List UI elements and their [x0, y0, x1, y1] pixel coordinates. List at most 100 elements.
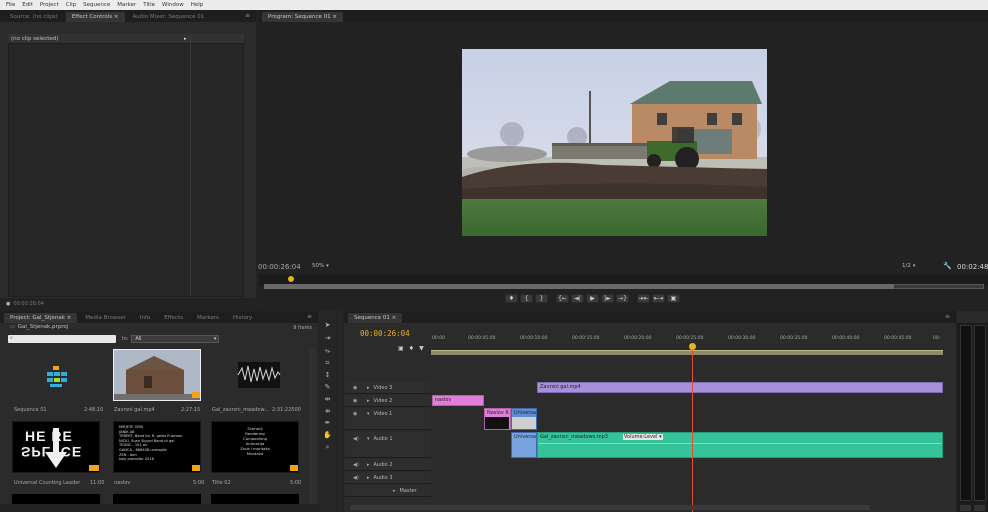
menu-project[interactable]: Project [40, 2, 59, 8]
tab-media-browser[interactable]: Media Browser [79, 313, 132, 323]
solo-button[interactable] [974, 505, 985, 511]
effect-divider[interactable] [190, 34, 191, 296]
track-select-tool-icon[interactable]: ⇥ [322, 333, 333, 343]
resolution-select[interactable]: 1/2 ▾ [902, 263, 915, 269]
tab-project[interactable]: Project: Gal_Stjenak × [4, 313, 78, 323]
zoom-tool-icon[interactable]: ⌕ [322, 442, 333, 452]
export-frame-button[interactable]: ▣ [667, 294, 680, 303]
tab-sequence-01[interactable]: Sequence 01 × [348, 313, 403, 323]
marker-icon[interactable]: ▼ [419, 345, 424, 352]
add-marker-button[interactable]: ♦ [505, 294, 518, 303]
eye-icon[interactable]: ◉ [353, 398, 357, 404]
go-to-out-button[interactable]: →} [616, 294, 629, 303]
in-filter: In: All ▾ [122, 335, 220, 343]
thumb-title-02[interactable]: Scenarij Rendering Compositing Animacija… [211, 421, 299, 473]
expand-arrow-icon[interactable]: ▸ [367, 475, 370, 481]
playhead-marker-icon[interactable] [288, 276, 294, 282]
tab-effects[interactable]: Effects [158, 313, 189, 323]
solo-button[interactable] [960, 505, 971, 511]
wrench-icon[interactable]: 🔧 [943, 262, 952, 270]
scroll-thumb[interactable] [264, 284, 894, 289]
project-search-input[interactable]: ⌕ [8, 335, 116, 343]
slip-tool-icon[interactable]: ⇹ [322, 394, 333, 404]
clip-meadows-audio[interactable]: Gal_zavrsni_meadows.mp3 Volume:Level ▾ [537, 432, 943, 458]
expand-arrow-icon[interactable]: ▸ [393, 488, 396, 494]
panel-menu-icon[interactable]: ≡ [245, 12, 250, 19]
expand-arrow-icon[interactable]: ▸ [367, 462, 370, 468]
tab-history[interactable]: History [227, 313, 259, 323]
thumb-partial[interactable] [113, 494, 201, 504]
extract-button[interactable]: ⇤⇥ [652, 294, 665, 303]
thumb-naslov[interactable]: MIRJETE GRIS JANIK AB TEBERT, Band kd, R… [113, 421, 201, 473]
speaker-icon[interactable]: ◀) [353, 436, 359, 442]
panel-menu-icon[interactable]: ≡ [945, 313, 950, 320]
eye-icon[interactable]: ◉ [353, 411, 357, 417]
menu-clip[interactable]: Clip [66, 2, 76, 8]
clip-zavrsni-gal[interactable]: Zavrsni gal.mp4 [537, 382, 943, 393]
clip-universal-audio[interactable]: Universal [511, 432, 537, 458]
mark-out-button[interactable]: } [535, 294, 548, 303]
go-to-in-button[interactable]: {← [556, 294, 569, 303]
pen-tool-icon[interactable]: ✒ [322, 418, 333, 428]
step-back-button[interactable]: ◄| [571, 294, 584, 303]
timeline-timecode[interactable]: 00:00:26:04 [360, 329, 410, 338]
expand-arrow-icon[interactable]: ▸ [184, 36, 187, 42]
program-video-frame[interactable] [462, 49, 767, 236]
ruler-tick-label: 00:00:25:00 [676, 336, 704, 341]
menu-marker[interactable]: Marker [117, 2, 136, 8]
program-timecode[interactable]: 00:00:26:04 [258, 263, 301, 271]
tab-markers[interactable]: Markers [191, 313, 225, 323]
menu-help[interactable]: Help [191, 2, 204, 8]
tab-program[interactable]: Program: Sequence 01 × [262, 12, 344, 22]
thumb-partial[interactable] [211, 494, 299, 504]
eye-icon[interactable]: ◉ [353, 385, 357, 391]
thumb-zavrsni-gal[interactable] [113, 349, 201, 401]
in-select[interactable]: All ▾ [131, 335, 220, 343]
rate-stretch-tool-icon[interactable]: ↕ [322, 370, 333, 380]
step-forward-button[interactable]: |► [601, 294, 614, 303]
speaker-icon[interactable]: ◀) [353, 475, 359, 481]
timeline-scrollbar[interactable] [350, 505, 870, 510]
tab-effect-controls[interactable]: Effect Controls × [65, 12, 125, 22]
thumb-audio-meadow[interactable] [211, 349, 299, 401]
menu-edit[interactable]: Edit [22, 2, 33, 8]
menu-sequence[interactable]: Sequence [83, 2, 110, 8]
timeline-ruler[interactable]: 00:00 00:00:05:00 00:00:10:00 00:00:15:0… [431, 334, 943, 358]
play-button[interactable]: ▶ [586, 294, 599, 303]
volume-level-select[interactable]: Volume:Level ▾ [623, 434, 663, 440]
tab-source[interactable]: Source: (no clips) [4, 12, 64, 22]
volume-rubber-band[interactable] [538, 443, 942, 444]
clip-naslov[interactable]: naslov [432, 395, 484, 406]
zoom-select[interactable]: 50% ▾ [312, 263, 329, 269]
snap-icon[interactable]: ▣ [398, 345, 404, 352]
add-marker-icon[interactable]: ♦ [409, 345, 414, 352]
speaker-icon[interactable]: ◀) [353, 462, 359, 468]
expand-arrow-icon[interactable]: ▸ [367, 385, 370, 391]
rolling-edit-tool-icon[interactable]: ⌗ [322, 358, 333, 368]
menu-window[interactable]: Window [162, 2, 184, 8]
menu-file[interactable]: File [6, 2, 15, 8]
selection-tool-icon[interactable]: ➤ [322, 320, 333, 330]
expand-arrow-icon[interactable]: ▾ [367, 411, 370, 417]
ripple-edit-tool-icon[interactable]: ⟛ [322, 346, 333, 356]
timeline-playhead[interactable] [692, 346, 693, 512]
thumb-partial[interactable] [12, 494, 100, 504]
thumb-sequence-01[interactable] [12, 349, 100, 401]
resolution-value: 1/2 [902, 263, 911, 269]
tab-audio-mixer[interactable]: Audio Mixer: Sequence 01 [127, 12, 211, 22]
tab-info[interactable]: Info [134, 313, 156, 323]
thumb-counting-leader[interactable]: HE RE SPL ICE [12, 421, 100, 473]
work-area-bar[interactable] [431, 350, 943, 355]
lift-button[interactable]: ⇥⇤ [637, 294, 650, 303]
playhead-handle-icon[interactable] [689, 343, 696, 350]
slide-tool-icon[interactable]: ⇻ [322, 406, 333, 416]
menu-title[interactable]: Title [143, 2, 155, 8]
mark-in-button[interactable]: { [520, 294, 533, 303]
project-scrollbar[interactable] [309, 347, 315, 507]
panel-menu-icon[interactable]: ≡ [307, 313, 312, 320]
program-scrub-bar[interactable] [258, 274, 988, 289]
razor-tool-icon[interactable]: ✎ [322, 382, 333, 392]
expand-arrow-icon[interactable]: ▸ [367, 398, 370, 404]
expand-arrow-icon[interactable]: ▾ [367, 436, 370, 442]
hand-tool-icon[interactable]: ✋ [322, 430, 333, 440]
